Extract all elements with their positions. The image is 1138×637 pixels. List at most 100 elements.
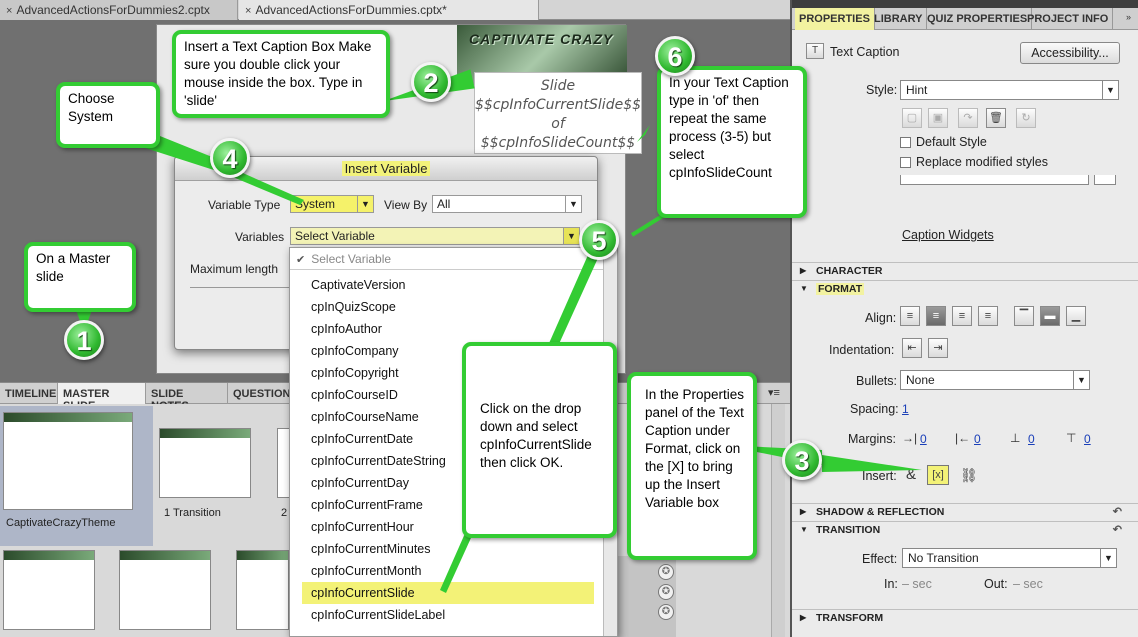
indent-icon[interactable]: ⇥ — [928, 338, 948, 358]
dropdown-header-item[interactable]: ✔ Select Variable — [290, 248, 604, 270]
star-icon: ✪ — [658, 604, 674, 620]
list-item[interactable]: cpInQuizScope — [302, 296, 594, 318]
close-tab-icon[interactable]: × — [245, 5, 251, 17]
section-character[interactable]: ▶ CHARACTER — [792, 262, 1138, 279]
caption-widgets-link[interactable]: Caption Widgets — [902, 228, 994, 242]
callout-step-1: On a Master slide — [24, 242, 136, 312]
default-style-label: Default Style — [916, 135, 987, 149]
close-tab-icon[interactable]: × — [6, 5, 12, 17]
margin-top-value[interactable]: 0 — [1028, 432, 1035, 446]
insert-symbol-icon[interactable]: & — [906, 466, 916, 483]
list-item-selected[interactable]: cpInfoCurrentSlide — [302, 582, 594, 604]
effect-select[interactable]: No Transition ▼ — [902, 548, 1117, 568]
tab-timeline[interactable]: TIMELINE — [0, 383, 58, 405]
variables-select[interactable]: Select Variable ▼ — [290, 227, 580, 245]
insert-variable-icon[interactable]: [x] — [927, 465, 949, 485]
list-item[interactable]: cpInfoCurrentMinutes — [302, 538, 594, 560]
margin-bottom-value[interactable]: 0 — [1084, 432, 1091, 446]
document-tab[interactable]: × AdvancedActionsForDummies2.cptx — [0, 0, 238, 20]
tab-slide-notes[interactable]: SLIDE NOTES — [146, 383, 228, 412]
margin-left-value[interactable]: 0 — [920, 432, 927, 446]
tab-question[interactable]: QUESTION — [228, 383, 298, 405]
variables-value: Select Variable — [295, 229, 375, 243]
bullets-select[interactable]: None ▼ — [900, 370, 1090, 390]
layout-thumb[interactable] — [119, 550, 211, 630]
out-value[interactable]: – sec — [1013, 577, 1043, 591]
insert-hyperlink-icon[interactable]: ⛓ — [960, 467, 978, 484]
replace-styles-checkbox[interactable] — [900, 157, 911, 168]
delete-style-icon[interactable]: 🗑 — [986, 108, 1006, 128]
reset-icon[interactable]: ↶ — [1113, 523, 1122, 536]
refresh-style-icon[interactable]: ↻ — [1016, 108, 1036, 128]
dropdown-arrow-icon: ▼ — [357, 196, 373, 212]
thumb-banner — [4, 551, 94, 560]
max-length-label: Maximum length — [190, 262, 279, 276]
panel-menu-icon[interactable]: ▾≡ — [768, 386, 780, 399]
style-select[interactable]: Hint ▼ — [900, 80, 1119, 100]
margin-bottom-icon: ⊤ — [1066, 431, 1077, 445]
align-center-icon[interactable]: ≡ — [926, 306, 946, 326]
tab-properties[interactable]: PROPERTIES — [795, 8, 875, 30]
tab-quiz-properties[interactable]: QUIZ PROPERTIES — [923, 8, 1033, 30]
thumb-banner — [237, 551, 288, 560]
list-item[interactable]: cpInfoCurrentSlideLabel — [302, 604, 594, 626]
valign-bottom-icon[interactable]: ▁ — [1066, 306, 1086, 326]
view-by-select[interactable]: All ▼ — [432, 195, 582, 213]
margin-right-value[interactable]: 0 — [974, 432, 981, 446]
spacing-value[interactable]: 1 — [902, 402, 909, 416]
new-style-icon[interactable]: ▢ — [902, 108, 922, 128]
step-6-badge: 6 — [655, 36, 695, 76]
document-tab-bar: × AdvancedActionsForDummies2.cptx × Advanc… — [0, 0, 790, 20]
indentation-label: Indentation: — [829, 343, 895, 357]
master-thumb[interactable] — [3, 412, 133, 510]
section-shadow-reflection[interactable]: ▶ SHADOW & REFLECTION ↶ — [792, 503, 1138, 520]
variable-type-value: System — [295, 197, 336, 211]
list-item[interactable]: cpInfoAuthor — [302, 318, 594, 340]
section-format[interactable]: ▼ FORMAT — [792, 280, 1138, 297]
redo-style-icon[interactable]: ↷ — [958, 108, 978, 128]
variable-type-select[interactable]: System ▼ — [290, 195, 374, 213]
align-justify-icon[interactable]: ≡ — [978, 306, 998, 326]
step-4-badge: 4 — [210, 138, 250, 178]
list-item[interactable]: CaptivateVersion — [302, 274, 594, 296]
reset-icon[interactable]: ↶ — [1113, 505, 1122, 518]
in-value[interactable]: – sec — [902, 577, 932, 591]
variables-label: Variables — [235, 230, 285, 244]
document-tab-active[interactable]: × AdvancedActionsForDummies.cptx* — [239, 0, 539, 20]
tab-library[interactable]: LIBRARY — [870, 8, 928, 30]
align-right-icon[interactable]: ≡ — [952, 306, 972, 326]
step-2-badge: 2 — [411, 62, 451, 102]
out-label: Out: — [984, 577, 1008, 591]
tab-master-slide[interactable]: MASTER SLIDE — [58, 383, 146, 412]
thumb-column: ✪ ✪ ✪ — [618, 556, 676, 637]
caption-type-select[interactable] — [900, 175, 1089, 185]
align-left-icon[interactable]: ≡ — [900, 306, 920, 326]
section-transition[interactable]: ▼ TRANSITION ↶ — [792, 521, 1138, 538]
collapse-icon: ▼ — [800, 284, 808, 293]
layout-thumb[interactable] — [236, 550, 289, 630]
accessibility-button[interactable]: Accessibility... — [1020, 42, 1120, 64]
layout-thumb[interactable] — [3, 550, 95, 630]
outdent-icon[interactable]: ⇤ — [902, 338, 922, 358]
view-by-value: All — [437, 197, 451, 211]
list-item[interactable]: cpInfoCurrentMonth — [302, 560, 594, 582]
margins-label: Margins: — [848, 432, 896, 446]
section-transform[interactable]: ▶ TRANSFORM — [792, 609, 1138, 637]
valign-middle-icon[interactable]: ▬ — [1040, 306, 1060, 326]
effect-label: Effect: — [862, 552, 898, 566]
text-caption[interactable]: Slide $$cpInfoCurrentSlide$$ of $$cpInfo… — [474, 72, 642, 154]
filmstrip-scrollbar[interactable] — [771, 404, 785, 637]
caption-type-arrow[interactable] — [1094, 175, 1116, 185]
layout-thumb[interactable] — [159, 428, 251, 498]
dropdown-arrow-icon: ▼ — [565, 196, 581, 212]
dropdown-arrow-icon: ▼ — [1100, 549, 1116, 567]
bullets-label: Bullets: — [856, 374, 897, 388]
align-label: Align: — [865, 311, 897, 325]
save-style-icon[interactable]: ▣ — [928, 108, 948, 128]
callout-step-5: Click on the drop down and select cpInfo… — [462, 342, 617, 538]
tab-overflow-icon[interactable]: » — [1126, 12, 1131, 22]
default-style-checkbox[interactable] — [900, 137, 911, 148]
valign-top-icon[interactable]: ▔ — [1014, 306, 1034, 326]
tab-project-info[interactable]: PROJECT INFO — [1023, 8, 1114, 30]
check-icon: ✔ — [296, 254, 306, 266]
